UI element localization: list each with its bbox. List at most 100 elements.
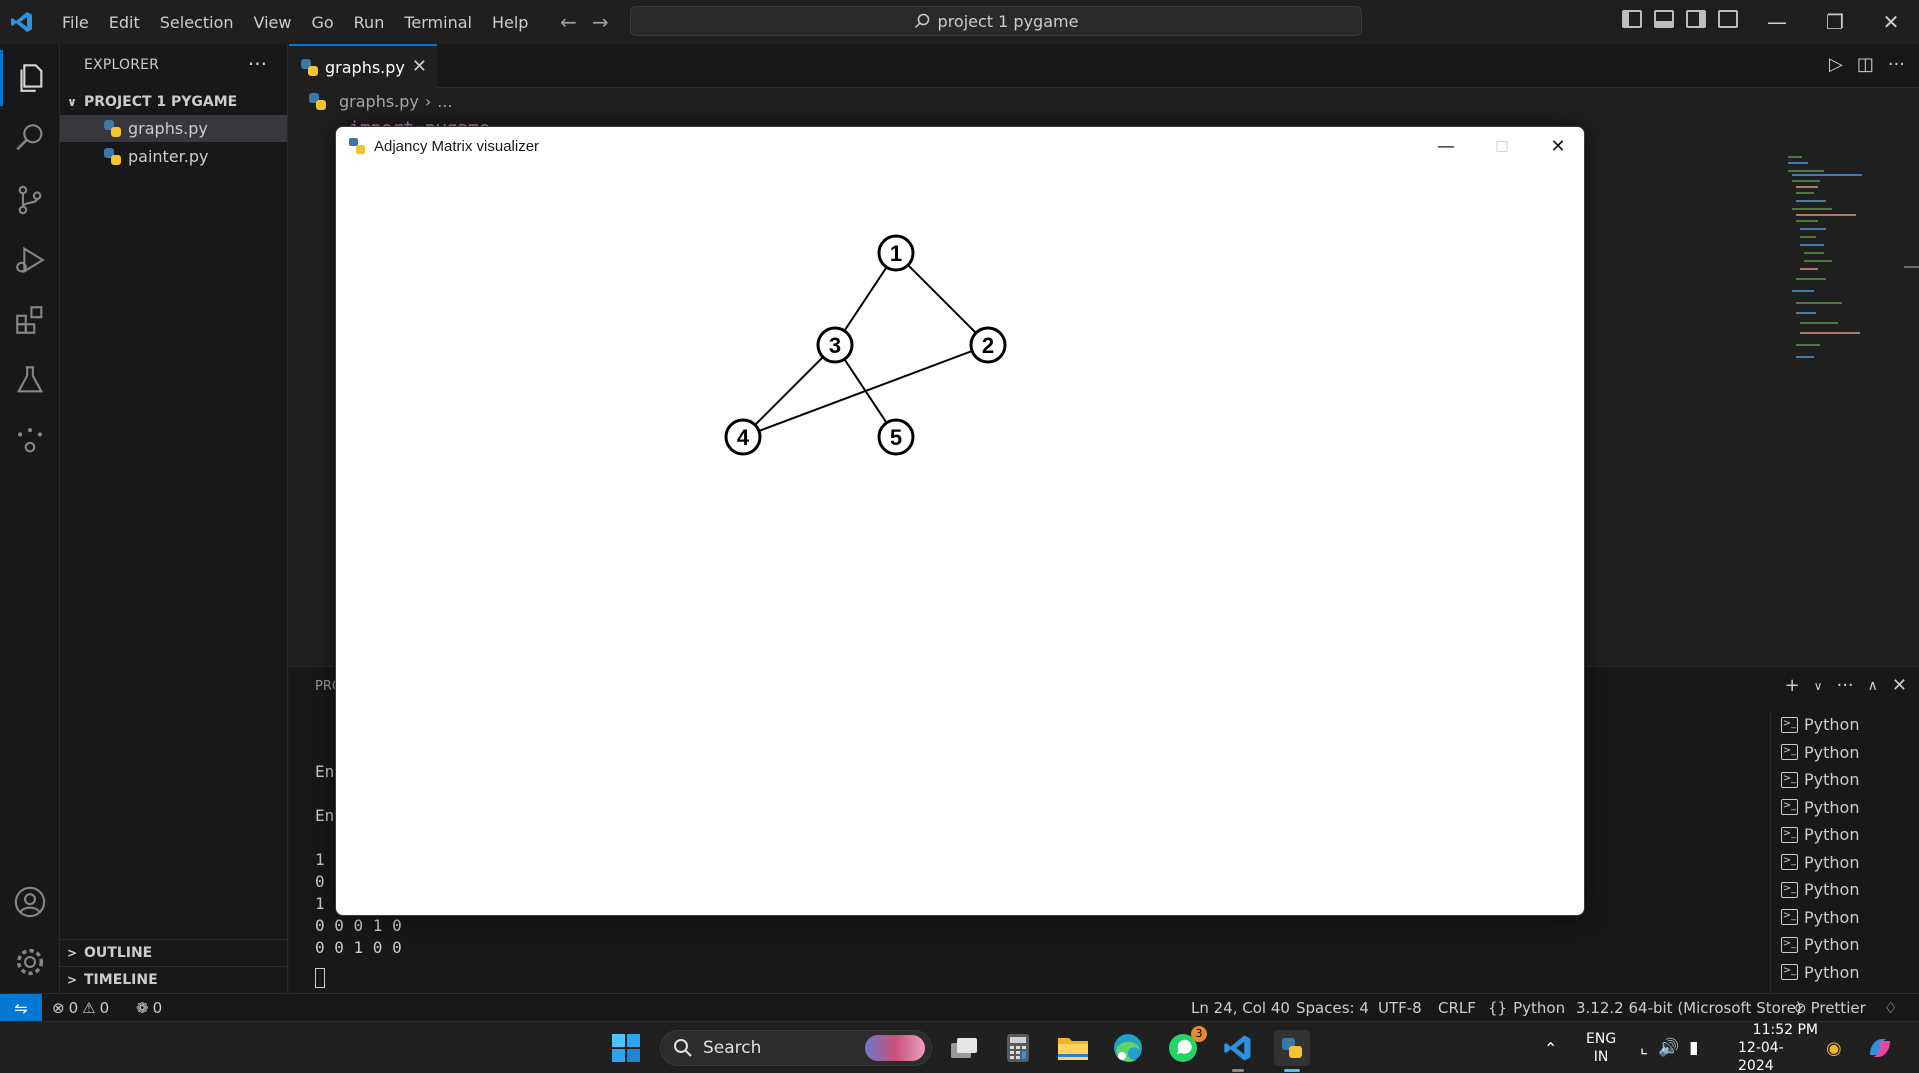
- task-view-icon[interactable]: [946, 1030, 982, 1066]
- toggle-panel-icon[interactable]: [1654, 10, 1674, 28]
- menu-selection[interactable]: Selection: [150, 13, 244, 32]
- whatsapp-icon[interactable]: 3: [1165, 1026, 1207, 1066]
- language-mode[interactable]: {} Python: [1488, 994, 1565, 1022]
- python-file-icon: [301, 58, 318, 76]
- project-folder-header[interactable]: ∨ PROJECT 1 PYGAME: [60, 89, 288, 115]
- remote-explorer-icon[interactable]: [0, 412, 60, 468]
- menu-file[interactable]: File: [52, 13, 99, 32]
- close-panel-icon[interactable]: ✕: [1892, 675, 1907, 696]
- accounts-icon[interactable]: [0, 874, 60, 930]
- terminal-item[interactable]: >_ Python: [1771, 739, 1919, 767]
- terminal-item[interactable]: >_ Python: [1771, 821, 1919, 849]
- line-ending[interactable]: CRLF: [1438, 994, 1476, 1022]
- activity-bar: [0, 44, 60, 993]
- breadcrumb-file[interactable]: graphs.py: [339, 92, 419, 111]
- notifications-bell-icon[interactable]: ◉: [1826, 1022, 1842, 1073]
- more-actions-icon[interactable]: ···: [248, 52, 267, 76]
- more-actions-icon[interactable]: ···: [1888, 54, 1905, 75]
- explorer-icon[interactable]: [0, 50, 60, 106]
- manage-gear-icon[interactable]: [0, 934, 60, 990]
- encoding[interactable]: UTF-8: [1378, 994, 1422, 1022]
- terminal-item[interactable]: >_ Python: [1771, 711, 1919, 739]
- notifications-bell-icon[interactable]: ♢: [1884, 994, 1897, 1022]
- graph-node-label-4: 4: [737, 425, 750, 450]
- forward-arrow-icon[interactable]: →: [592, 10, 609, 34]
- editor-actions: ▷ ◫ ···: [1829, 54, 1905, 75]
- terminal-item[interactable]: >_ Python: [1771, 794, 1919, 822]
- toggle-primary-sidebar-icon[interactable]: [1622, 10, 1642, 28]
- menu-go[interactable]: Go: [301, 13, 343, 32]
- terminal-icon: >_: [1781, 909, 1798, 926]
- outline-section[interactable]: > OUTLINE: [60, 939, 288, 965]
- maximize-panel-icon[interactable]: ∧: [1868, 678, 1878, 694]
- testing-icon[interactable]: [0, 352, 60, 408]
- prettier-disabled-icon: ⊘: [1794, 999, 1807, 1017]
- terminal-item[interactable]: >_ Python: [1771, 931, 1919, 959]
- minimize-button[interactable]: —: [1418, 127, 1474, 165]
- graph-node-label-1: 1: [890, 241, 902, 266]
- restore-button[interactable]: ❐: [1806, 0, 1864, 44]
- pygame-snake-icon: [348, 137, 366, 155]
- windows-start-icon[interactable]: [608, 1030, 644, 1066]
- taskbar-search[interactable]: Search: [660, 1030, 932, 1066]
- ports-status[interactable]: ❁ 0: [136, 994, 162, 1022]
- back-arrow-icon[interactable]: ←: [560, 10, 577, 34]
- chevron-down-icon[interactable]: ∨: [1814, 679, 1823, 693]
- timeline-section[interactable]: > TIMELINE: [60, 966, 288, 992]
- python-taskbar-icon[interactable]: [1274, 1030, 1310, 1072]
- whatsapp-badge: 3: [1191, 1026, 1207, 1042]
- terminal-list: >_ Python >_ Python >_ Python >_ Python >_ Py…: [1770, 711, 1919, 994]
- calculator-icon[interactable]: [1000, 1030, 1036, 1066]
- more-actions-icon[interactable]: ···: [1836, 675, 1853, 696]
- file-item-graphs[interactable]: graphs.py: [60, 115, 287, 142]
- tab-graphs-py[interactable]: graphs.py ✕: [289, 44, 437, 88]
- terminal-item[interactable]: >_ Python: [1771, 959, 1919, 987]
- menu-help[interactable]: Help: [482, 13, 538, 32]
- file-item-painter[interactable]: painter.py: [60, 143, 287, 170]
- close-button[interactable]: ✕: [1862, 0, 1919, 44]
- customize-layout-icon[interactable]: [1718, 10, 1738, 28]
- file-explorer-icon[interactable]: [1055, 1030, 1091, 1066]
- editor-scrollbar[interactable]: [1904, 266, 1919, 268]
- prettier-status[interactable]: ⊘ Prettier: [1794, 994, 1866, 1022]
- new-terminal-icon[interactable]: +: [1785, 675, 1800, 696]
- close-tab-icon[interactable]: ✕: [412, 56, 427, 77]
- remote-indicator-icon[interactable]: ⇋: [0, 994, 42, 1022]
- close-button[interactable]: ✕: [1530, 127, 1584, 165]
- edge-browser-icon[interactable]: [1110, 1030, 1146, 1066]
- vscode-taskbar-icon[interactable]: [1220, 1030, 1256, 1072]
- menu-edit[interactable]: Edit: [99, 13, 150, 32]
- source-control-icon[interactable]: [0, 172, 60, 228]
- input-language[interactable]: ENG IN: [1586, 1022, 1616, 1073]
- run-python-icon[interactable]: ▷: [1829, 54, 1843, 75]
- run-debug-icon[interactable]: [0, 232, 60, 288]
- breadcrumb-more[interactable]: ...: [437, 92, 452, 111]
- menu-run[interactable]: Run: [344, 13, 395, 32]
- menu-terminal[interactable]: Terminal: [394, 13, 482, 32]
- menu-view[interactable]: View: [244, 13, 302, 32]
- minimize-button[interactable]: —: [1748, 0, 1806, 44]
- show-hidden-icons[interactable]: ⌃: [1544, 1022, 1557, 1073]
- search-icon[interactable]: [0, 110, 60, 166]
- system-tray-quick-settings[interactable]: ⌞ 🔊 ▮: [1640, 1022, 1699, 1073]
- minimap[interactable]: [1788, 156, 1888, 366]
- extensions-icon[interactable]: [0, 292, 60, 348]
- maximize-button[interactable]: □: [1474, 127, 1530, 165]
- split-editor-icon[interactable]: ◫: [1857, 54, 1874, 75]
- terminal-item[interactable]: >_ Python: [1771, 876, 1919, 904]
- terminal-item[interactable]: >_ Python: [1771, 849, 1919, 877]
- cursor-position[interactable]: Ln 24, Col 40: [1191, 994, 1290, 1022]
- toggle-secondary-sidebar-icon[interactable]: [1686, 10, 1706, 28]
- clock[interactable]: 11:52 PM 12-04-2024: [1738, 1022, 1818, 1073]
- copilot-icon[interactable]: [1862, 1030, 1898, 1066]
- python-interpreter[interactable]: 3.12.2 64-bit (Microsoft Store): [1576, 994, 1802, 1022]
- problems-status[interactable]: ⊗ 0 ⚠ 0: [52, 994, 109, 1022]
- terminal-icon: >_: [1781, 826, 1798, 843]
- running-indicator: [1232, 1069, 1244, 1072]
- pygame-title-bar[interactable]: Adjancy Matrix visualizer: [336, 127, 1584, 165]
- terminal-item[interactable]: >_ Python: [1771, 766, 1919, 794]
- indentation[interactable]: Spaces: 4: [1296, 994, 1369, 1022]
- file-name: graphs.py: [128, 119, 208, 138]
- terminal-item[interactable]: >_ Python: [1771, 904, 1919, 932]
- command-center-search[interactable]: project 1 pygame: [630, 6, 1362, 36]
